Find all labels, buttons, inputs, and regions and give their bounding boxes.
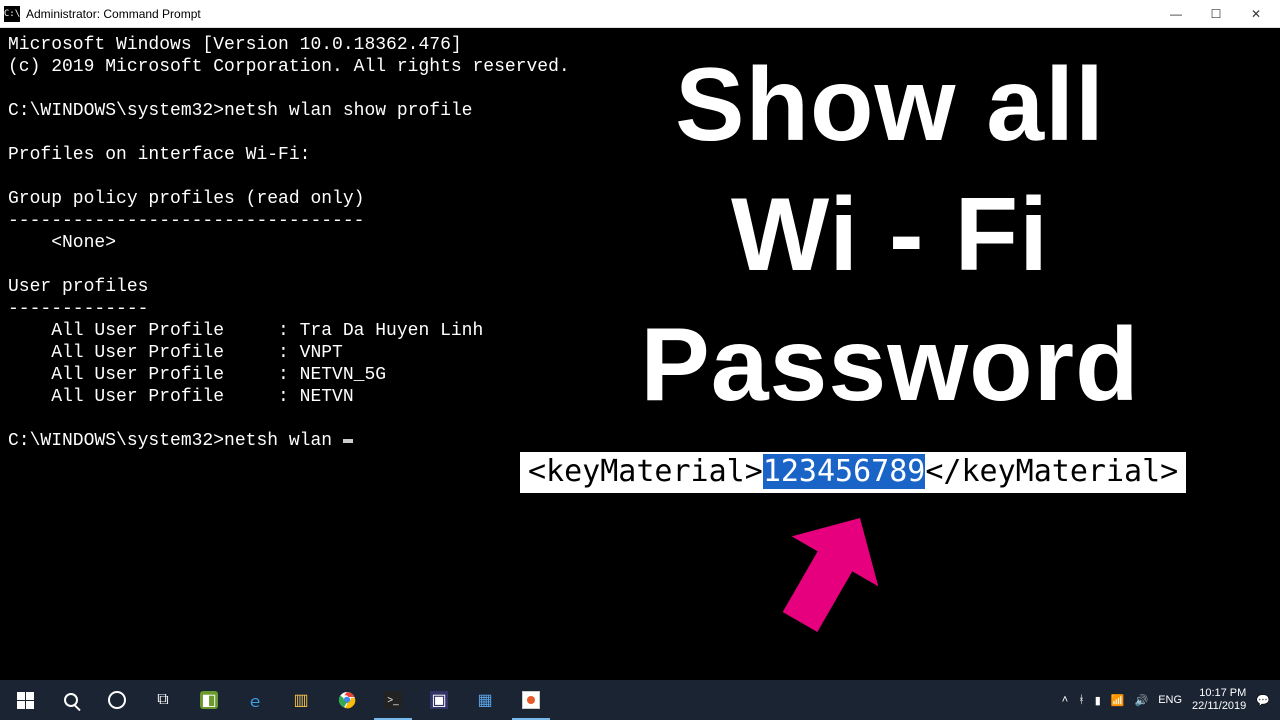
file-explorer-icon: ▥ — [292, 691, 310, 709]
taskview-icon: ⧉ — [154, 691, 172, 709]
chrome-icon — [338, 691, 356, 709]
app-icon: ▣ — [430, 691, 448, 709]
minimize-button[interactable]: — — [1156, 0, 1196, 28]
cortana-icon — [108, 691, 126, 709]
arrow-shaft — [783, 543, 858, 632]
terminal-command-typing: netsh wlan — [224, 431, 343, 451]
clock-date: 22/11/2019 — [1192, 700, 1246, 713]
headline-line: Show all — [560, 40, 1220, 170]
thumbnail-headline: Show all Wi - Fi Password — [560, 40, 1220, 430]
profile-row: All User Profile : NETVN — [8, 387, 354, 407]
wifi-icon[interactable]: 📶 — [1111, 694, 1125, 707]
window-titlebar: C:\ Administrator: Command Prompt — ☐ ✕ — [0, 0, 1280, 28]
language-indicator[interactable]: ENG — [1158, 694, 1182, 706]
volume-icon[interactable]: 🔊 — [1135, 694, 1149, 707]
camtasia-icon: ◧ — [200, 691, 218, 709]
terminal-prompt: C:\WINDOWS\system32> — [8, 431, 224, 451]
tray-chevron-icon[interactable]: ˄ — [1062, 694, 1068, 706]
start-button[interactable] — [2, 680, 48, 720]
cmd-icon: C:\ — [4, 6, 20, 22]
windows-logo-icon — [17, 692, 34, 709]
clock-time: 10:17 PM — [1192, 687, 1246, 700]
profile-row: All User Profile : VNPT — [8, 343, 343, 363]
taskbar-app-cmd[interactable]: >_ — [370, 680, 416, 720]
terminal-line: Profiles on interface Wi-Fi: — [8, 145, 310, 165]
bluetooth-icon[interactable]: ᚼ — [1078, 694, 1085, 706]
search-icon — [64, 693, 78, 707]
search-button[interactable] — [48, 680, 94, 720]
taskbar-app-recorder[interactable] — [508, 680, 554, 720]
terminal-command: netsh wlan show profile — [224, 101, 472, 121]
recorder-icon — [522, 691, 540, 709]
terminal-line: (c) 2019 Microsoft Corporation. All righ… — [8, 57, 570, 77]
battery-icon[interactable]: ▮ — [1095, 694, 1101, 707]
headline-line: Wi - Fi — [560, 170, 1220, 300]
app-icon: ▦ — [476, 691, 494, 709]
terminal-line: ------------- — [8, 299, 148, 319]
taskbar-app[interactable]: ｅ — [232, 680, 278, 720]
maximize-button[interactable]: ☐ — [1196, 0, 1236, 28]
terminal-line: <None> — [8, 233, 116, 253]
terminal-prompt: C:\WINDOWS\system32> — [8, 101, 224, 121]
taskbar-app[interactable]: ▥ — [278, 680, 324, 720]
password-value: 123456789 — [763, 454, 926, 489]
xml-close-tag: </keyMaterial> — [925, 454, 1178, 489]
taskbar: ⧉ ◧ ｅ ▥ >_ ▣ ▦ ˄ ᚼ ▮ 📶 🔊 ENG 10:17 PM 22… — [0, 680, 1280, 720]
taskbar-app[interactable]: ▣ — [416, 680, 462, 720]
window-controls: — ☐ ✕ — [1156, 0, 1276, 28]
taskbar-app[interactable] — [324, 680, 370, 720]
profile-row: All User Profile : Tra Da Huyen Linh — [8, 321, 483, 341]
xml-open-tag: <keyMaterial> — [528, 454, 763, 489]
terminal-line: Group policy profiles (read only) — [8, 189, 364, 209]
close-button[interactable]: ✕ — [1236, 0, 1276, 28]
taskbar-app[interactable]: ◧ — [186, 680, 232, 720]
cortana-button[interactable] — [94, 680, 140, 720]
taskbar-app[interactable]: ▦ — [462, 680, 508, 720]
terminal-line: --------------------------------- — [8, 211, 364, 231]
terminal-line: User profiles — [8, 277, 148, 297]
notifications-icon[interactable]: 💬 — [1256, 694, 1270, 707]
cmd-taskbar-icon: >_ — [384, 691, 402, 709]
key-material-callout: <keyMaterial>123456789</keyMaterial> — [520, 452, 1186, 493]
taskbar-clock[interactable]: 10:17 PM 22/11/2019 — [1192, 687, 1246, 712]
taskview-button[interactable]: ⧉ — [140, 680, 186, 720]
window-title: Administrator: Command Prompt — [26, 7, 1156, 21]
profile-row: All User Profile : NETVN_5G — [8, 365, 386, 385]
system-tray[interactable]: ˄ ᚼ ▮ 📶 🔊 ENG 10:17 PM 22/11/2019 💬 — [1062, 687, 1278, 712]
headline-line: Password — [560, 300, 1220, 430]
terminal-line: Microsoft Windows [Version 10.0.18362.47… — [8, 35, 462, 55]
edge-icon: ｅ — [246, 691, 264, 709]
cursor — [343, 439, 353, 443]
